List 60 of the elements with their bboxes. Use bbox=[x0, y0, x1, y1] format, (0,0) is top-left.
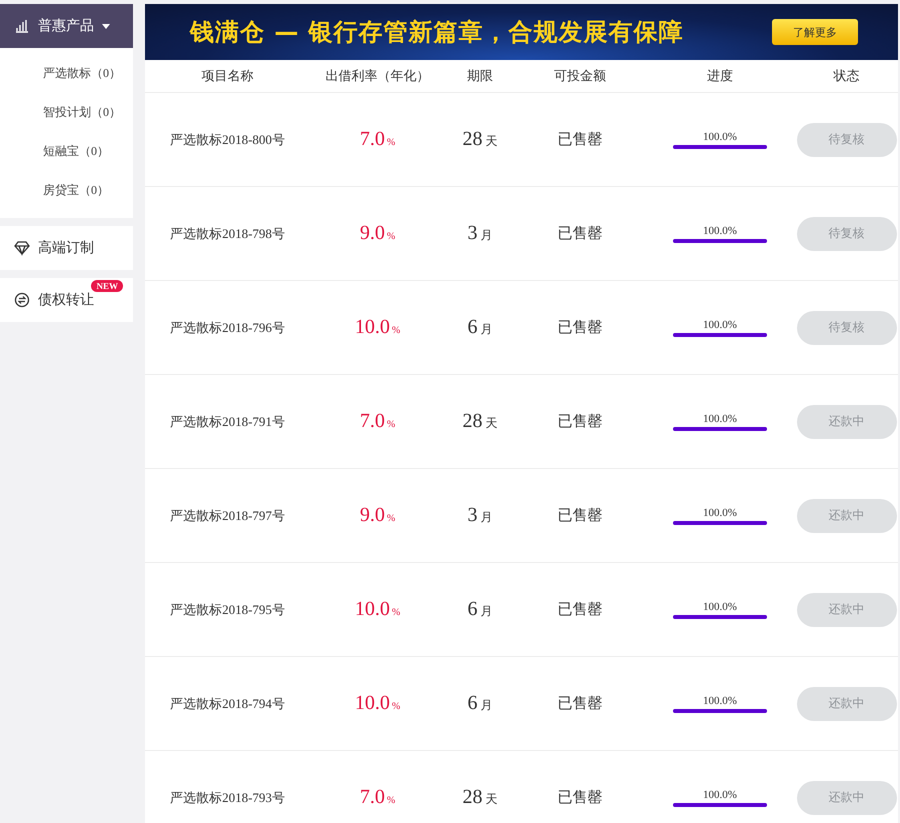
progress-percent: 100.0% bbox=[703, 224, 737, 236]
available-amount: 已售罄 bbox=[556, 506, 604, 525]
progress-percent: 100.0% bbox=[703, 130, 737, 142]
project-name: 严选散标2018-796号 bbox=[169, 318, 286, 336]
interest-rate: 9.0% bbox=[360, 509, 396, 524]
loan-term: 3 月 bbox=[468, 227, 492, 242]
interest-rate: 7.0% bbox=[360, 791, 396, 806]
project-name: 严选散标2018-793号 bbox=[169, 788, 286, 806]
caret-icon bbox=[102, 24, 110, 28]
project-name: 严选散标2018-798号 bbox=[169, 224, 286, 242]
exchange-icon bbox=[14, 292, 30, 308]
interest-rate: 7.0% bbox=[360, 133, 396, 148]
column-header: 出借利率（年化） bbox=[324, 67, 430, 85]
interest-rate: 10.0% bbox=[354, 321, 400, 336]
sidebar-subitem[interactable]: 智投计划（0） bbox=[0, 93, 133, 132]
available-amount: 已售罄 bbox=[556, 224, 604, 243]
column-header: 状态 bbox=[832, 67, 860, 85]
diamond-icon bbox=[14, 240, 30, 256]
available-amount: 已售罄 bbox=[556, 412, 604, 431]
loan-term: 6 月 bbox=[468, 603, 492, 618]
progress-percent: 100.0% bbox=[703, 600, 737, 612]
available-amount: 已售罄 bbox=[556, 788, 604, 807]
project-name: 严选散标2018-791号 bbox=[169, 412, 286, 430]
project-name: 严选散标2018-794号 bbox=[169, 694, 286, 712]
loan-term: 6 月 bbox=[468, 697, 492, 712]
bar-chart-icon bbox=[14, 18, 30, 34]
progress-percent: 100.0% bbox=[703, 506, 737, 518]
new-badge: NEW bbox=[91, 280, 123, 292]
sidebar-subitem[interactable]: 房贷宝（0） bbox=[0, 171, 133, 210]
progress-percent: 100.0% bbox=[703, 788, 737, 800]
progress-percent: 100.0% bbox=[703, 412, 737, 424]
available-amount: 已售罄 bbox=[556, 694, 604, 713]
column-header: 期限 bbox=[466, 67, 494, 85]
project-name: 严选散标2018-795号 bbox=[169, 600, 286, 618]
loan-term: 3 月 bbox=[468, 509, 492, 524]
sidebar-item[interactable]: 债权转让 NEW bbox=[0, 278, 133, 322]
interest-rate: 10.0% bbox=[354, 603, 400, 618]
loan-term: 28 天 bbox=[462, 791, 498, 806]
sidebar-item[interactable]: 普惠产品 bbox=[0, 4, 133, 48]
column-header: 可投金额 bbox=[553, 67, 607, 85]
interest-rate: 9.0% bbox=[360, 227, 396, 242]
project-name: 严选散标2018-800号 bbox=[169, 130, 286, 148]
column-header: 项目名称 bbox=[200, 67, 254, 85]
learn-more-button[interactable]: 了解更多 bbox=[772, 19, 858, 45]
interest-rate: 7.0% bbox=[360, 415, 396, 430]
column-header: 进度 bbox=[706, 67, 734, 85]
loan-term: 28 天 bbox=[462, 415, 498, 430]
available-amount: 已售罄 bbox=[556, 318, 604, 337]
available-amount: 已售罄 bbox=[556, 600, 604, 619]
loan-term: 6 月 bbox=[468, 321, 492, 336]
project-name: 严选散标2018-797号 bbox=[169, 506, 286, 524]
available-amount: 已售罄 bbox=[556, 130, 604, 149]
interest-rate: 10.0% bbox=[354, 697, 400, 712]
progress-percent: 100.0% bbox=[703, 694, 737, 706]
progress-percent: 100.0% bbox=[703, 318, 737, 330]
sidebar-subitem[interactable]: 短融宝（0） bbox=[0, 132, 133, 171]
banner-headline: 钱满仓 — 银行存管新篇章，合规发展有保障 bbox=[190, 17, 684, 48]
sidebar-subitem[interactable]: 严选散标（0） bbox=[0, 54, 133, 93]
sidebar-item[interactable]: 高端订制 bbox=[0, 226, 133, 270]
loan-term: 28 天 bbox=[462, 133, 498, 148]
